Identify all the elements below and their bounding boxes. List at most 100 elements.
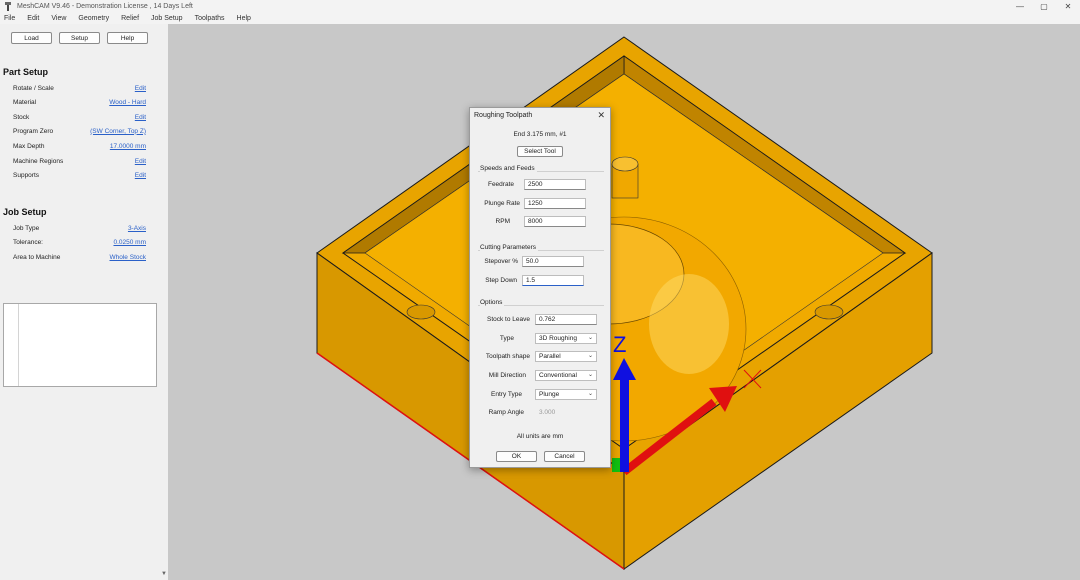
menu-geometry[interactable]: Geometry <box>78 15 109 22</box>
toolpath-list-box[interactable] <box>3 303 157 387</box>
job-type-link[interactable]: 3-Axis <box>128 225 146 232</box>
y-axis-arrow <box>612 458 620 472</box>
row-label: Program Zero <box>13 127 54 135</box>
cancel-button[interactable]: Cancel <box>544 451 585 462</box>
material-link[interactable]: Wood - Hard <box>109 99 146 106</box>
step-down-input[interactable]: 1.5 <box>522 275 584 286</box>
entry-type-select[interactable]: Plunge ⌄ <box>535 389 597 400</box>
ramp-angle-label: Ramp Angle <box>488 409 524 416</box>
dialog-close-icon[interactable]: ✕ <box>597 110 605 121</box>
rotate-scale-edit-link[interactable]: Edit <box>135 85 146 92</box>
stepover-label: Stepover % <box>484 258 518 265</box>
type-select[interactable]: 3D Roughing ⌄ <box>535 333 597 344</box>
menu-relief[interactable]: Relief <box>121 15 139 22</box>
plunge-rate-label: Plunge Rate <box>484 200 520 207</box>
dome-highlight <box>649 274 729 374</box>
part-model-view: Z <box>316 36 933 570</box>
stock-to-leave-input[interactable]: 0.762 <box>535 314 597 325</box>
ok-button[interactable]: OK <box>496 451 537 462</box>
plunge-rate-input[interactable]: 1250 <box>524 198 586 209</box>
feedrate-label: Feedrate <box>487 181 514 188</box>
divider <box>18 304 19 386</box>
selected-tool-text: End 3.175 mm, #1 <box>513 131 567 138</box>
z-axis-arrow <box>620 376 629 472</box>
stock-edit-link[interactable]: Edit <box>135 114 146 121</box>
row-label: Stock <box>13 113 30 121</box>
close-icon[interactable]: ✕ <box>1056 0 1080 13</box>
entry-type-value: Plunge <box>539 391 560 398</box>
row-label: Machine Regions <box>13 157 64 165</box>
tolerance-link[interactable]: 0.0250 mm <box>113 239 146 246</box>
row-job-type: Job Type 3-Axis <box>13 223 146 233</box>
maximize-icon[interactable]: ▢ <box>1032 0 1056 13</box>
load-button[interactable]: Load <box>11 32 52 44</box>
select-tool-button[interactable]: Select Tool <box>517 146 563 157</box>
window-title: MeshCAM V9.46 - Demonstration License , … <box>17 3 193 10</box>
3d-viewport[interactable]: Z <box>169 24 1080 580</box>
cutting-parameters-group-label: Cutting Parameters <box>480 244 538 251</box>
area-to-machine-link[interactable]: Whole Stock <box>110 254 147 261</box>
toolpath-shape-select[interactable]: Parallel ⌄ <box>535 351 597 362</box>
speeds-feeds-group-label: Speeds and Feeds <box>480 165 537 172</box>
dialog-title: Roughing Toolpath <box>474 112 533 119</box>
rpm-label: RPM <box>495 218 510 225</box>
row-machine-regions: Machine Regions Edit <box>13 156 146 166</box>
type-select-value: 3D Roughing <box>539 335 577 342</box>
step-down-label: Step Down <box>485 277 517 284</box>
menu-bar: File Edit View Geometry Relief Job Setup… <box>0 13 1080 24</box>
minimize-icon[interactable]: — <box>1008 0 1032 13</box>
feedrate-input[interactable]: 2500 <box>524 179 586 190</box>
entry-type-label: Entry Type <box>491 391 522 398</box>
ramp-angle-input: 3.000 <box>535 407 597 418</box>
row-label: Rotate / Scale <box>13 84 54 92</box>
row-program-zero: Program Zero (SW Corner, Top Z) <box>13 126 146 136</box>
chevron-down-icon: ⌄ <box>587 391 593 397</box>
type-label: Type <box>499 335 514 342</box>
chevron-down-icon: ⌄ <box>587 353 593 359</box>
toolpath-shape-label: Toolpath shape <box>485 353 530 360</box>
setup-button[interactable]: Setup <box>59 32 100 44</box>
options-group-label: Options <box>480 299 505 306</box>
toolpath-shape-value: Parallel <box>539 353 561 360</box>
row-rotate-scale: Rotate / Scale Edit <box>13 83 146 93</box>
row-stock: Stock Edit <box>13 112 146 122</box>
part-setup-title: Part Setup <box>3 67 49 77</box>
top-buttons: Load Setup Help <box>11 32 155 44</box>
max-depth-link[interactable]: 17.0000 mm <box>110 143 146 150</box>
stepover-input[interactable]: 50.0 <box>522 256 584 267</box>
menu-view[interactable]: View <box>51 15 66 22</box>
small-post-top <box>611 156 639 172</box>
row-area-to-machine: Area to Machine Whole Stock <box>13 252 146 262</box>
help-button[interactable]: Help <box>107 32 148 44</box>
title-bar: MeshCAM V9.46 - Demonstration License , … <box>0 0 1080 13</box>
mill-direction-select[interactable]: Conventional ⌄ <box>535 370 597 381</box>
row-label: Tolerance: <box>13 238 43 246</box>
mill-direction-value: Conventional <box>539 372 577 379</box>
window-controls: — ▢ ✕ <box>1008 0 1080 13</box>
support-hole-left <box>406 304 436 320</box>
roughing-toolpath-dialog: Roughing Toolpath ✕ End 3.175 mm, #1 Sel… <box>469 107 611 468</box>
stock-to-leave-label: Stock to Leave <box>487 316 530 323</box>
left-panel: Load Setup Help Part Setup Rotate / Scal… <box>0 24 169 580</box>
program-zero-link[interactable]: (SW Corner, Top Z) <box>90 128 146 135</box>
row-label: Job Type <box>13 224 40 232</box>
machine-regions-edit-link[interactable]: Edit <box>135 158 146 165</box>
menu-file[interactable]: File <box>4 15 15 22</box>
supports-edit-link[interactable]: Edit <box>135 172 146 179</box>
menu-edit[interactable]: Edit <box>27 15 39 22</box>
row-label: Area to Machine <box>13 253 61 261</box>
menu-job-setup[interactable]: Job Setup <box>151 15 183 22</box>
row-max-depth: Max Depth 17.0000 mm <box>13 141 146 151</box>
row-supports: Supports Edit <box>13 170 146 180</box>
menu-toolpaths[interactable]: Toolpaths <box>195 15 225 22</box>
support-hole-right <box>814 304 844 320</box>
row-label: Max Depth <box>13 142 45 150</box>
units-note: All units are mm <box>516 433 564 440</box>
menu-help[interactable]: Help <box>237 15 251 22</box>
job-setup-title: Job Setup <box>3 207 47 217</box>
chevron-down-icon: ⌄ <box>587 372 593 378</box>
rpm-input[interactable]: 8000 <box>524 216 586 227</box>
z-axis-label: Z <box>613 332 626 357</box>
meshcam-app-icon <box>4 2 12 11</box>
scroll-down-icon[interactable]: ▼ <box>161 571 167 577</box>
